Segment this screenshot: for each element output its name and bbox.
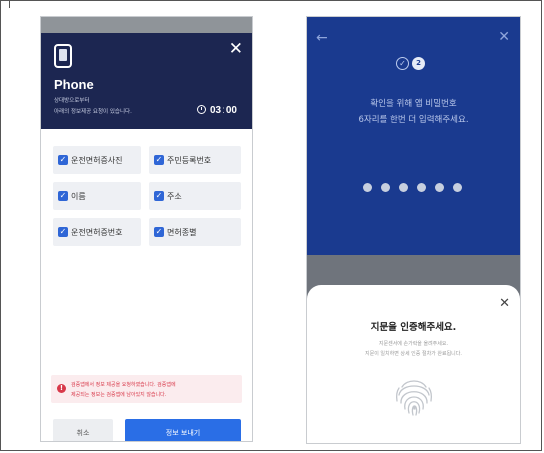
warning-text-2: 제공되는 정보는 검증앱에 남아있지 않습니다. [71,392,167,398]
checkbox-icon: ✓ [154,191,164,201]
checkbox-resident-number[interactable]: ✓ 주민등록번호 [149,146,241,174]
timer-seconds: 00 [225,105,237,116]
checkbox-icon: ✓ [154,155,164,165]
pin-dot [363,183,372,192]
back-arrow-icon[interactable]: ← [316,31,328,45]
pin-dot [453,183,462,192]
pin-dot [435,183,444,192]
sheet-title: 지문을 인증해주세요. [370,322,457,333]
modal-header: ✕ Phone 상대방으로부터 아래의 정보제공 요청이 있습니다. 03:00 [41,33,252,129]
sheet-description-1: 지문센서에 손가락을 올려주세요. [378,341,449,347]
checkbox-license-type[interactable]: ✓ 면허종별 [149,218,241,246]
checkbox-name[interactable]: ✓ 이름 [53,182,141,210]
checkbox-license-number[interactable]: ✓ 운전면허증번호 [53,218,141,246]
checkbox-icon: ✓ [58,155,68,165]
checkbox-label: 주민등록번호 [167,155,212,165]
modal-title: Phone [54,77,94,92]
left-phone-screen: ✕ Phone 상대방으로부터 아래의 정보제공 요청이 있습니다. 03:00… [40,16,253,442]
subtitle-line-2: 아래의 정보제공 요청이 있습니다. [54,109,132,115]
checkbox-license-photo[interactable]: ✓ 운전면허증사진 [53,146,141,174]
close-icon[interactable]: ✕ [229,41,243,58]
right-phone-screen: ← ✕ ✓ 2 확인을 위해 앱 비밀번호 6자리를 한번 더 입력해주세요. … [306,16,521,444]
clock-icon [196,105,206,114]
send-info-button[interactable]: 정보 보내기 [125,419,241,441]
pin-dot [417,183,426,192]
checkbox-label: 운전면허증번호 [71,227,123,237]
alert-icon: ! [57,384,66,393]
countdown-timer: 03:00 [196,105,237,116]
checkbox-label: 주소 [167,191,182,201]
phone-icon [54,44,72,68]
step-indicator: ✓ 2 [396,57,425,70]
fingerprint-icon [395,380,433,416]
instruction-line-2: 6자리를 한번 더 입력해주세요. [358,115,469,125]
checkbox-label: 면허종별 [167,227,197,237]
timer-minutes: 03 [209,105,222,116]
info-request-modal: ✕ Phone 상대방으로부터 아래의 정보제공 요청이 있습니다. 03:00… [41,33,252,441]
warning-text-1: 검증앱에서 정보 제공을 요청하였습니다. 검증앱에 [71,382,176,388]
subtitle-line-1: 상대방으로부터 [54,98,90,104]
close-icon[interactable]: ✕ [498,30,510,44]
checkbox-address[interactable]: ✓ 주소 [149,182,241,210]
close-icon[interactable]: ✕ [499,297,510,310]
checkbox-icon: ✓ [58,227,68,237]
pin-dot [399,183,408,192]
pin-dots [363,183,471,192]
fingerprint-bottom-sheet: ✕ 지문을 인증해주세요. 지문센서에 손가락을 올려주세요. 지문이 일치하면… [307,285,520,443]
sheet-description-2: 지문이 일치하면 상세 인증 절차가 완료됩니다. [365,351,462,357]
dimmed-background [41,17,252,33]
check-icon: ✓ [396,57,409,70]
frame-tick [9,1,10,8]
current-step: 2 [412,57,425,70]
checkbox-icon: ✓ [58,191,68,201]
pin-dot [381,183,390,192]
cancel-button[interactable]: 취소 [53,419,113,441]
checkbox-label: 운전면허증사진 [71,155,123,165]
warning-notice: ! 검증앱에서 정보 제공을 요청하였습니다. 검증앱에 제공되는 정보는 검증… [51,375,242,403]
checkbox-icon: ✓ [154,227,164,237]
checkbox-label: 이름 [71,191,86,201]
instruction-line-1: 확인을 위해 앱 비밀번호 [370,99,457,109]
